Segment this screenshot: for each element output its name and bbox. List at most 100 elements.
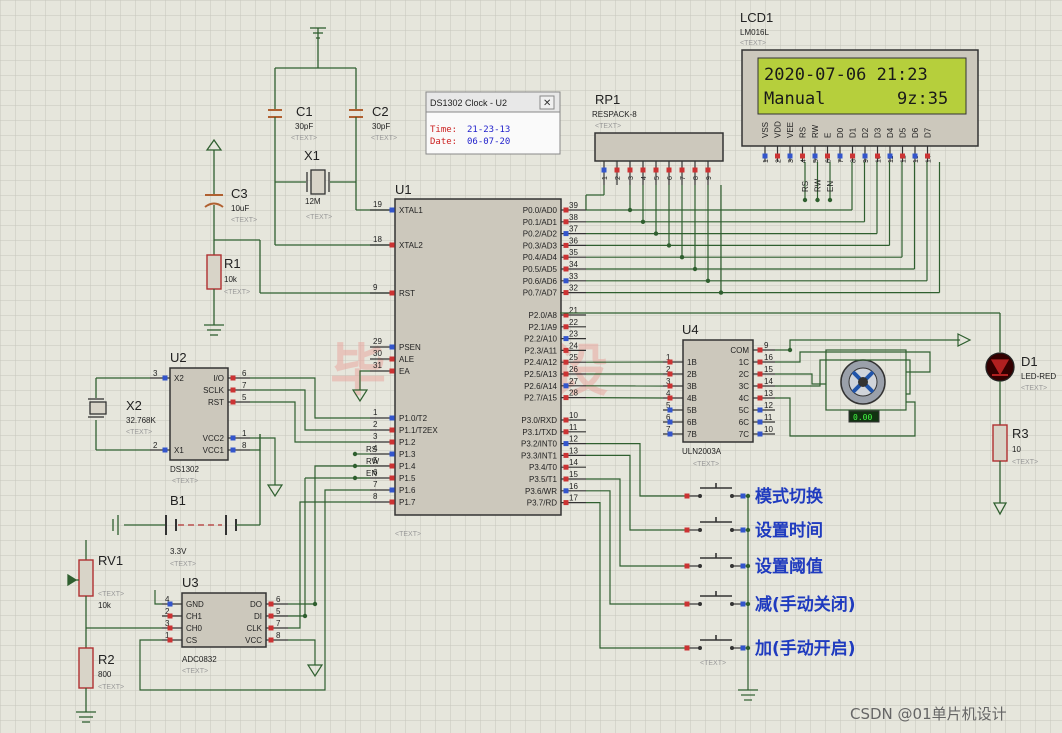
u1-microcontroller[interactable]: U1 <TEXT> 19XTAL118XTAL29RST29PSEN30ALE3… xyxy=(366,182,586,538)
pin-marker xyxy=(563,219,569,225)
pin-marker xyxy=(757,383,763,389)
u1-text-tag: <TEXT> xyxy=(395,531,421,538)
pin-marker xyxy=(757,347,763,353)
c3-text-tag: <TEXT> xyxy=(231,217,257,224)
ds1302-clock-popup[interactable]: DS1302 Clock - U2 ✕ Time: 21-23-13 Date:… xyxy=(425,91,561,155)
c2-ref: C2 xyxy=(372,104,389,119)
lcd-pin-label: VSS xyxy=(761,122,770,138)
pin-marker xyxy=(850,153,855,159)
u1-net-label: RW xyxy=(366,457,380,466)
u1-pin-number: 7 xyxy=(373,480,378,489)
pin-marker xyxy=(563,429,569,435)
u2-pin-label: X2 xyxy=(174,374,184,383)
rp1-part: RESPACK-8 xyxy=(592,110,637,119)
pin-marker xyxy=(740,563,746,569)
u2-pin-label: RST xyxy=(208,398,224,407)
pin-marker xyxy=(667,419,673,425)
u4-text-tag: <TEXT> xyxy=(693,461,719,468)
motor-readout: 0.00 xyxy=(853,413,872,422)
u1-pin-number: 11 xyxy=(569,423,578,432)
c1-ref: C1 xyxy=(296,104,313,119)
u4-pin-label: 5B xyxy=(687,406,697,415)
lcd-pin-label: D1 xyxy=(849,127,858,138)
pin-marker xyxy=(887,153,893,159)
pin-marker xyxy=(563,266,569,272)
u1-pin-number: 24 xyxy=(569,341,578,350)
u2-ref: U2 xyxy=(170,350,187,365)
lcd-pin-label: RS xyxy=(799,127,808,138)
u1-pin-label: EA xyxy=(399,367,410,376)
pin-marker xyxy=(162,447,168,453)
rp1-pin-number: 5 xyxy=(654,176,661,180)
u1-pin-number: 18 xyxy=(373,235,382,244)
u4-pin-label: 3C xyxy=(739,382,749,391)
u3-pin-label: DI xyxy=(254,612,262,621)
lcd-pin-number: 5 xyxy=(813,159,820,163)
u4-pin-number: 16 xyxy=(764,353,773,362)
u3-pin-label: GND xyxy=(186,600,204,609)
pin-marker xyxy=(563,336,569,342)
pin-marker xyxy=(230,375,236,381)
pin-marker xyxy=(389,356,395,362)
u1-pin-label: P3.5/T1 xyxy=(529,475,558,484)
x2-text-tag: <TEXT> xyxy=(126,429,152,436)
lcd-net-label: RS xyxy=(801,181,810,192)
u4-part: ULN2003A xyxy=(682,447,722,456)
pin-marker xyxy=(667,371,673,377)
u1-pin-label: P1.2 xyxy=(399,438,416,447)
pin-marker xyxy=(389,499,395,505)
u4-pin-label: 1C xyxy=(739,358,749,367)
u1-pin-number: 27 xyxy=(569,377,578,386)
u2-pin-label: VCC1 xyxy=(203,446,225,455)
pin-marker xyxy=(757,407,763,413)
rp1-pin-number: 7 xyxy=(680,176,687,180)
r3-text-tag: <TEXT> xyxy=(1012,459,1038,466)
x2-ref: X2 xyxy=(126,398,142,413)
u1-pin-number: 19 xyxy=(373,200,382,209)
popup-time-label: Time: xyxy=(430,125,457,135)
u1-pin-number: 14 xyxy=(569,458,578,467)
u2-pin-number: 5 xyxy=(242,393,247,402)
u1-pin-label: P3.2/INT0 xyxy=(521,440,558,449)
pin-marker xyxy=(563,383,569,389)
u1-pin-number: 38 xyxy=(569,213,578,222)
pin-marker xyxy=(563,242,569,248)
u1-pin-label: XTAL2 xyxy=(399,241,423,250)
lcd-ref: LCD1 xyxy=(740,10,773,25)
u3-pin-label: DO xyxy=(250,600,262,609)
pin-marker xyxy=(389,451,395,457)
d1-ref: D1 xyxy=(1021,354,1038,369)
u1-pin-number: 32 xyxy=(569,284,578,293)
u1-pin-label: P3.7/RD xyxy=(527,499,557,508)
pin-marker xyxy=(684,601,690,607)
u2-pin-label: X1 xyxy=(174,446,184,455)
u4-pin-label: 4B xyxy=(687,394,697,403)
u1-pin-label: P3.4/T0 xyxy=(529,463,558,472)
u1-pin-number: 36 xyxy=(569,236,578,245)
u2-pin-number: 1 xyxy=(242,429,247,438)
pin-marker xyxy=(740,527,746,533)
pin-marker xyxy=(389,290,395,296)
r3-value: 10 xyxy=(1012,445,1021,454)
c1-text-tag: <TEXT> xyxy=(291,135,317,142)
u1-pin-label: P2.4/A12 xyxy=(524,358,557,367)
u4-pin-number: 14 xyxy=(764,377,773,386)
rv1-ref: RV1 xyxy=(98,553,123,568)
u2-part: DS1302 xyxy=(170,465,199,474)
pin-marker xyxy=(667,383,673,389)
lcd-pin-label: E xyxy=(824,133,833,138)
lcd-pin-label: D5 xyxy=(899,127,908,138)
u4-pin-number: 13 xyxy=(764,389,773,398)
button-label: 设置阈值 xyxy=(755,556,823,577)
rp1-pin-number: 4 xyxy=(641,176,648,180)
u1-pin-label: P0.6/AD6 xyxy=(523,277,558,286)
u1-pin-number: 10 xyxy=(569,411,578,420)
u4-pin-label: 7B xyxy=(687,430,697,439)
u4-pin-label: 1B xyxy=(687,358,697,367)
u4-pin-label: COM xyxy=(730,346,749,355)
button-label: 加(手动开启) xyxy=(754,638,856,659)
pin-marker xyxy=(667,359,673,365)
pin-marker xyxy=(787,153,793,159)
pin-marker xyxy=(684,527,690,533)
u1-pin-label: P0.7/AD7 xyxy=(523,289,558,298)
